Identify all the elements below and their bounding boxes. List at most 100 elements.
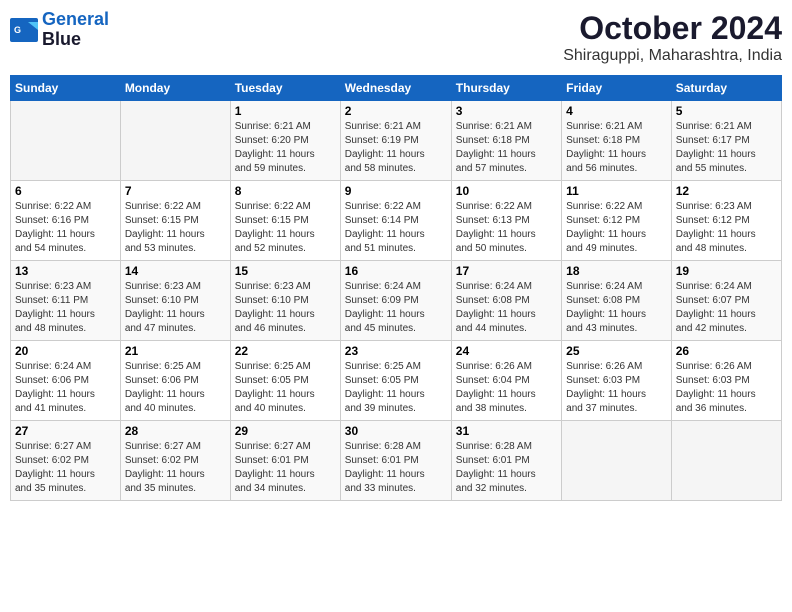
day-number: 20 <box>15 344 116 358</box>
calendar-cell: 3Sunrise: 6:21 AMSunset: 6:18 PMDaylight… <box>451 101 561 181</box>
calendar-cell: 9Sunrise: 6:22 AMSunset: 6:14 PMDaylight… <box>340 181 451 261</box>
calendar-cell: 22Sunrise: 6:25 AMSunset: 6:05 PMDayligh… <box>230 341 340 421</box>
weekday-header-tuesday: Tuesday <box>230 76 340 101</box>
day-number: 4 <box>566 104 667 118</box>
day-detail: Sunrise: 6:21 AMSunset: 6:17 PMDaylight:… <box>676 120 777 176</box>
day-number: 29 <box>235 424 336 438</box>
day-number: 19 <box>676 264 777 278</box>
week-row-2: 6 Sunrise: 6:22 AMSunset: 6:16 PMDaylight… <box>11 181 782 261</box>
day-detail: Sunrise: 6:24 AMSunset: 6:09 PMDaylight:… <box>345 280 447 336</box>
calendar-cell: 25 Sunrise: 6:26 AMSunset: 6:03 PMDayligh… <box>562 341 672 421</box>
calendar-cell: 1 Sunrise: 6:21 AMSunset: 6:20 PMDaylight… <box>230 101 340 181</box>
calendar-cell: 5 Sunrise: 6:21 AMSunset: 6:17 PMDaylight… <box>671 101 781 181</box>
calendar-cell: 2Sunrise: 6:21 AMSunset: 6:19 PMDaylight… <box>340 101 451 181</box>
calendar-cell <box>11 101 121 181</box>
calendar-cell: 23Sunrise: 6:25 AMSunset: 6:05 PMDayligh… <box>340 341 451 421</box>
day-number: 23 <box>345 344 447 358</box>
calendar-cell: 14 Sunrise: 6:23 AMSunset: 6:10 PMDayligh… <box>120 261 230 341</box>
svg-text:G: G <box>14 25 21 35</box>
logo-text: General Blue <box>42 10 109 50</box>
day-detail: Sunrise: 6:22 AMSunset: 6:15 PMDaylight:… <box>125 200 226 256</box>
calendar-cell: 21 Sunrise: 6:25 AMSunset: 6:06 PMDayligh… <box>120 341 230 421</box>
calendar-cell: 19 Sunrise: 6:24 AMSunset: 6:07 PMDayligh… <box>671 261 781 341</box>
day-number: 18 <box>566 264 667 278</box>
day-number: 17 <box>456 264 557 278</box>
calendar-cell: 16 Sunrise: 6:24 AMSunset: 6:09 PMDayligh… <box>340 261 451 341</box>
day-number: 11 <box>566 184 667 198</box>
calendar-cell: 30 Sunrise: 6:28 AMSunset: 6:01 PMDayligh… <box>340 421 451 501</box>
calendar-cell <box>671 421 781 501</box>
day-detail: Sunrise: 6:22 AMSunset: 6:12 PMDaylight:… <box>566 200 667 256</box>
calendar-cell: 20Sunrise: 6:24 AMSunset: 6:06 PMDayligh… <box>11 341 121 421</box>
day-number: 31 <box>456 424 557 438</box>
day-number: 30 <box>345 424 447 438</box>
month-title: October 2024 <box>563 10 782 47</box>
calendar-cell: 31 Sunrise: 6:28 AMSunset: 6:01 PMDayligh… <box>451 421 561 501</box>
day-number: 8 <box>235 184 336 198</box>
weekday-header-thursday: Thursday <box>451 76 561 101</box>
day-detail: Sunrise: 6:27 AMSunset: 6:02 PMDaylight:… <box>15 440 116 496</box>
calendar-cell <box>120 101 230 181</box>
day-detail: Sunrise: 6:24 AMSunset: 6:07 PMDaylight:… <box>676 280 777 336</box>
day-detail: Sunrise: 6:28 AMSunset: 6:01 PMDaylight:… <box>456 440 557 496</box>
calendar-cell: 12Sunrise: 6:23 AMSunset: 6:12 PMDayligh… <box>671 181 781 261</box>
day-detail: Sunrise: 6:26 AMSunset: 6:03 PMDaylight:… <box>566 360 667 416</box>
title-block: October 2024 Shiraguppi, Maharashtra, In… <box>563 10 782 65</box>
day-number: 24 <box>456 344 557 358</box>
day-number: 9 <box>345 184 447 198</box>
calendar-cell <box>562 421 672 501</box>
day-detail: Sunrise: 6:25 AMSunset: 6:05 PMDaylight:… <box>235 360 336 416</box>
day-number: 26 <box>676 344 777 358</box>
day-detail: Sunrise: 6:21 AMSunset: 6:19 PMDaylight:… <box>345 120 447 176</box>
day-detail: Sunrise: 6:23 AMSunset: 6:10 PMDaylight:… <box>125 280 226 336</box>
day-number: 7 <box>125 184 226 198</box>
day-detail: Sunrise: 6:27 AMSunset: 6:02 PMDaylight:… <box>125 440 226 496</box>
week-row-3: 13 Sunrise: 6:23 AMSunset: 6:11 PMDayligh… <box>11 261 782 341</box>
day-number: 27 <box>15 424 116 438</box>
calendar-cell: 24Sunrise: 6:26 AMSunset: 6:04 PMDayligh… <box>451 341 561 421</box>
day-detail: Sunrise: 6:22 AMSunset: 6:15 PMDaylight:… <box>235 200 336 256</box>
day-detail: Sunrise: 6:23 AMSunset: 6:11 PMDaylight:… <box>15 280 116 336</box>
calendar-table: SundayMondayTuesdayWednesdayThursdayFrid… <box>10 75 782 501</box>
day-detail: Sunrise: 6:28 AMSunset: 6:01 PMDaylight:… <box>345 440 447 496</box>
day-number: 5 <box>676 104 777 118</box>
day-detail: Sunrise: 6:26 AMSunset: 6:03 PMDaylight:… <box>676 360 777 416</box>
day-detail: Sunrise: 6:21 AMSunset: 6:20 PMDaylight:… <box>235 120 336 176</box>
week-row-5: 27 Sunrise: 6:27 AMSunset: 6:02 PMDayligh… <box>11 421 782 501</box>
day-detail: Sunrise: 6:25 AMSunset: 6:06 PMDaylight:… <box>125 360 226 416</box>
day-detail: Sunrise: 6:27 AMSunset: 6:01 PMDaylight:… <box>235 440 336 496</box>
day-number: 14 <box>125 264 226 278</box>
day-detail: Sunrise: 6:22 AMSunset: 6:13 PMDaylight:… <box>456 200 557 256</box>
calendar-cell: 13 Sunrise: 6:23 AMSunset: 6:11 PMDayligh… <box>11 261 121 341</box>
day-number: 12 <box>676 184 777 198</box>
day-number: 10 <box>456 184 557 198</box>
calendar-cell: 11 Sunrise: 6:22 AMSunset: 6:12 PMDayligh… <box>562 181 672 261</box>
weekday-header-row: SundayMondayTuesdayWednesdayThursdayFrid… <box>11 76 782 101</box>
location-title: Shiraguppi, Maharashtra, India <box>563 47 782 65</box>
calendar-cell: 15Sunrise: 6:23 AMSunset: 6:10 PMDayligh… <box>230 261 340 341</box>
weekday-header-wednesday: Wednesday <box>340 76 451 101</box>
calendar-cell: 29 Sunrise: 6:27 AMSunset: 6:01 PMDayligh… <box>230 421 340 501</box>
weekday-header-saturday: Saturday <box>671 76 781 101</box>
day-detail: Sunrise: 6:21 AMSunset: 6:18 PMDaylight:… <box>456 120 557 176</box>
day-number: 28 <box>125 424 226 438</box>
day-detail: Sunrise: 6:23 AMSunset: 6:10 PMDaylight:… <box>235 280 336 336</box>
logo: G General Blue <box>10 10 109 50</box>
day-number: 16 <box>345 264 447 278</box>
calendar-cell: 7 Sunrise: 6:22 AMSunset: 6:15 PMDaylight… <box>120 181 230 261</box>
day-number: 25 <box>566 344 667 358</box>
day-detail: Sunrise: 6:22 AMSunset: 6:16 PMDaylight:… <box>15 200 116 256</box>
calendar-cell: 28 Sunrise: 6:27 AMSunset: 6:02 PMDayligh… <box>120 421 230 501</box>
calendar-cell: 6 Sunrise: 6:22 AMSunset: 6:16 PMDaylight… <box>11 181 121 261</box>
day-number: 6 <box>15 184 116 198</box>
week-row-4: 20Sunrise: 6:24 AMSunset: 6:06 PMDayligh… <box>11 341 782 421</box>
weekday-header-sunday: Sunday <box>11 76 121 101</box>
day-number: 21 <box>125 344 226 358</box>
day-number: 1 <box>235 104 336 118</box>
calendar-cell: 26 Sunrise: 6:26 AMSunset: 6:03 PMDayligh… <box>671 341 781 421</box>
calendar-header: SundayMondayTuesdayWednesdayThursdayFrid… <box>11 76 782 101</box>
calendar-cell: 18Sunrise: 6:24 AMSunset: 6:08 PMDayligh… <box>562 261 672 341</box>
calendar-cell: 4Sunrise: 6:21 AMSunset: 6:18 PMDaylight… <box>562 101 672 181</box>
day-number: 13 <box>15 264 116 278</box>
logo-icon: G <box>10 18 38 42</box>
